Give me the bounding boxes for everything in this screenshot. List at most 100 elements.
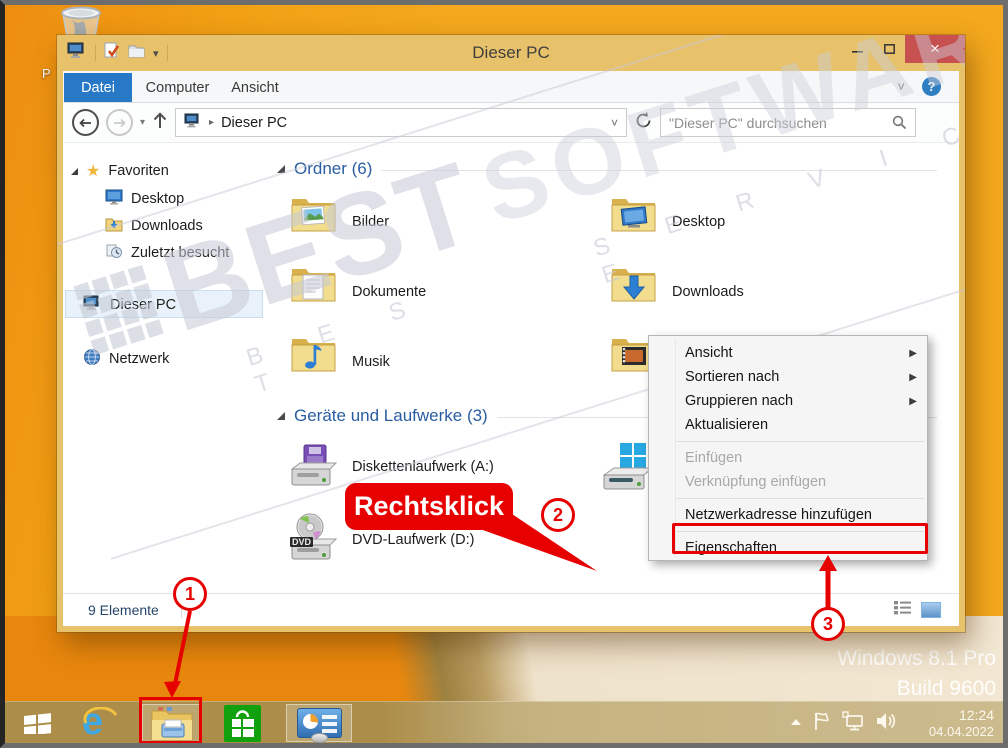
group-title: Ordner (6) [294, 159, 372, 179]
expand-triangle-icon[interactable] [71, 168, 78, 175]
recent-places-icon [105, 243, 123, 263]
address-dropdown-icon[interactable]: ˅ [611, 116, 618, 130]
submenu-arrow-icon: ▶ [909, 396, 917, 407]
back-button[interactable] [72, 109, 99, 136]
up-button[interactable] [152, 112, 168, 134]
sidebar-item-zuletzt-besucht[interactable]: Zuletzt besucht [105, 241, 229, 265]
address-bar[interactable]: ▸ Dieser PC ˅ [175, 108, 627, 137]
drive-label[interactable]: DVD-Laufwerk (D:) [352, 532, 474, 548]
annotation-step-1: 1 [173, 577, 207, 611]
folder-label[interactable]: Downloads [672, 284, 744, 300]
folder-label[interactable]: Dokumente [352, 284, 426, 300]
help-icon[interactable]: ? [922, 77, 941, 96]
folder-desktop-icon[interactable] [610, 193, 657, 233]
menu-separator [677, 498, 924, 499]
tray-time: 12:24 [902, 706, 994, 724]
sidebar-item-label: Zuletzt besucht [131, 245, 229, 261]
windows-drive-icon[interactable] [598, 441, 654, 489]
folder-bilder-icon[interactable] [290, 193, 337, 233]
forward-button[interactable] [106, 109, 133, 136]
quick-access-toolbar: ▾ [67, 42, 168, 64]
search-placeholder: "Dieser PC" durchsuchen [669, 115, 827, 131]
annotation-step-3: 3 [811, 607, 845, 641]
large-icons-view-icon[interactable] [921, 602, 941, 618]
annotation-step-2: 2 [541, 498, 575, 532]
mouse-glyph [311, 733, 328, 743]
tab-datei[interactable]: Datei [64, 73, 132, 102]
group-header-ordner[interactable]: Ordner (6) [277, 159, 937, 179]
network-globe-icon [83, 348, 101, 370]
sidebar-item-desktop[interactable]: Desktop [105, 187, 184, 211]
breadcrumb-location[interactable]: Dieser PC [221, 115, 287, 131]
details-view-icon[interactable] [893, 600, 912, 620]
ribbon-expand-icon[interactable]: ˅ [897, 79, 905, 94]
tab-computer[interactable]: Computer [140, 73, 215, 102]
folder-dokumente-icon[interactable] [290, 263, 337, 303]
folder-label[interactable]: Desktop [672, 214, 725, 230]
dvd-drive-icon[interactable]: DVD [288, 513, 344, 561]
folder-downloads-icon[interactable] [610, 263, 657, 303]
show-hidden-icons[interactable] [789, 714, 803, 732]
sidebar-item-label: Dieser PC [110, 297, 176, 313]
menu-item-sortieren-nach[interactable]: Sortieren nach▶ [649, 365, 927, 389]
floppy-drive-icon[interactable] [288, 443, 344, 491]
menu-separator [677, 441, 924, 442]
windows-store-icon[interactable] [224, 705, 261, 742]
search-input[interactable]: "Dieser PC" durchsuchen [660, 108, 916, 137]
sidebar-item-dieser-pc[interactable]: Dieser PC [83, 293, 176, 317]
menu-item-verknuepfung-einfuegen: Verknüpfung einfügen [649, 470, 927, 494]
drive-label[interactable]: Diskettenlaufwerk (A:) [352, 459, 494, 475]
taskbar-clock[interactable]: 12:24 04.04.2022 [902, 706, 994, 740]
folder-musik-icon[interactable] [290, 333, 337, 373]
qat-dropdown-icon[interactable]: ▾ [153, 47, 159, 60]
submenu-arrow-icon: ▶ [909, 348, 917, 359]
tray-date: 04.04.2022 [902, 724, 994, 740]
new-folder-icon[interactable] [128, 43, 145, 63]
folder-label[interactable]: Bilder [352, 214, 389, 230]
highlight-box-explorer-taskbar [139, 697, 202, 744]
sidebar-item-netzwerk[interactable]: Netzwerk [83, 347, 169, 371]
toolbar-separator [167, 45, 168, 61]
group-header-rule [381, 170, 937, 171]
close-button[interactable]: × [905, 35, 965, 63]
navigation-pane: ★ Favoriten Desktop Downloads Zuletzt be… [63, 143, 265, 593]
network-icon[interactable] [841, 710, 865, 737]
action-center-flag-icon[interactable] [812, 710, 832, 737]
breadcrumb-arrow-icon[interactable]: ▸ [209, 117, 214, 128]
system-tray [789, 702, 898, 744]
menu-item-aktualisieren[interactable]: Aktualisieren [649, 413, 927, 437]
maximize-button[interactable] [873, 35, 905, 63]
annotation-bubble: Rechtsklick [345, 483, 513, 530]
sidebar-item-favoriten[interactable]: ★ Favoriten [71, 159, 169, 183]
start-button[interactable] [24, 712, 52, 739]
sidebar-item-label: Desktop [131, 191, 184, 207]
refresh-button[interactable] [634, 111, 653, 135]
sidebar-item-downloads[interactable]: Downloads [105, 214, 203, 238]
this-pc-icon [83, 295, 102, 315]
submenu-arrow-icon: ▶ [909, 372, 917, 383]
title-bar: Dieser PC ▾ × [57, 35, 965, 71]
group-title: Geräte und Laufwerke (3) [294, 406, 488, 426]
menu-item-ansicht[interactable]: Ansicht▶ [649, 341, 927, 365]
desktop-icon [105, 189, 123, 209]
tab-ansicht[interactable]: Ansicht [223, 73, 287, 102]
sidebar-item-label: Downloads [131, 218, 203, 234]
folder-label[interactable]: Musik [352, 354, 390, 370]
desktop-screen: P Windows 8.1 Pro Build 9600 Dieser PC ▾ [0, 0, 1008, 748]
menu-item-gruppieren-nach[interactable]: Gruppieren nach▶ [649, 389, 927, 413]
volume-icon[interactable] [874, 710, 898, 737]
location-icon [184, 113, 202, 133]
computer-icon [67, 42, 87, 64]
navigation-bar: ▾ ▸ Dieser PC ˅ "Dieser PC" durchsuchen [63, 103, 959, 143]
internet-explorer-icon[interactable]: e [82, 707, 122, 743]
properties-icon[interactable] [104, 42, 120, 64]
history-dropdown-icon[interactable]: ▾ [140, 117, 145, 128]
star-icon: ★ [86, 161, 100, 181]
ribbon-tabs: Datei Computer Ansicht ˅ ? [63, 71, 959, 103]
toolbar-separator [95, 45, 96, 61]
collapse-triangle-icon[interactable] [277, 165, 285, 173]
window-controls: × [841, 35, 965, 63]
downloads-folder-icon [105, 216, 123, 236]
collapse-triangle-icon[interactable] [277, 412, 285, 420]
minimize-button[interactable] [841, 35, 873, 63]
